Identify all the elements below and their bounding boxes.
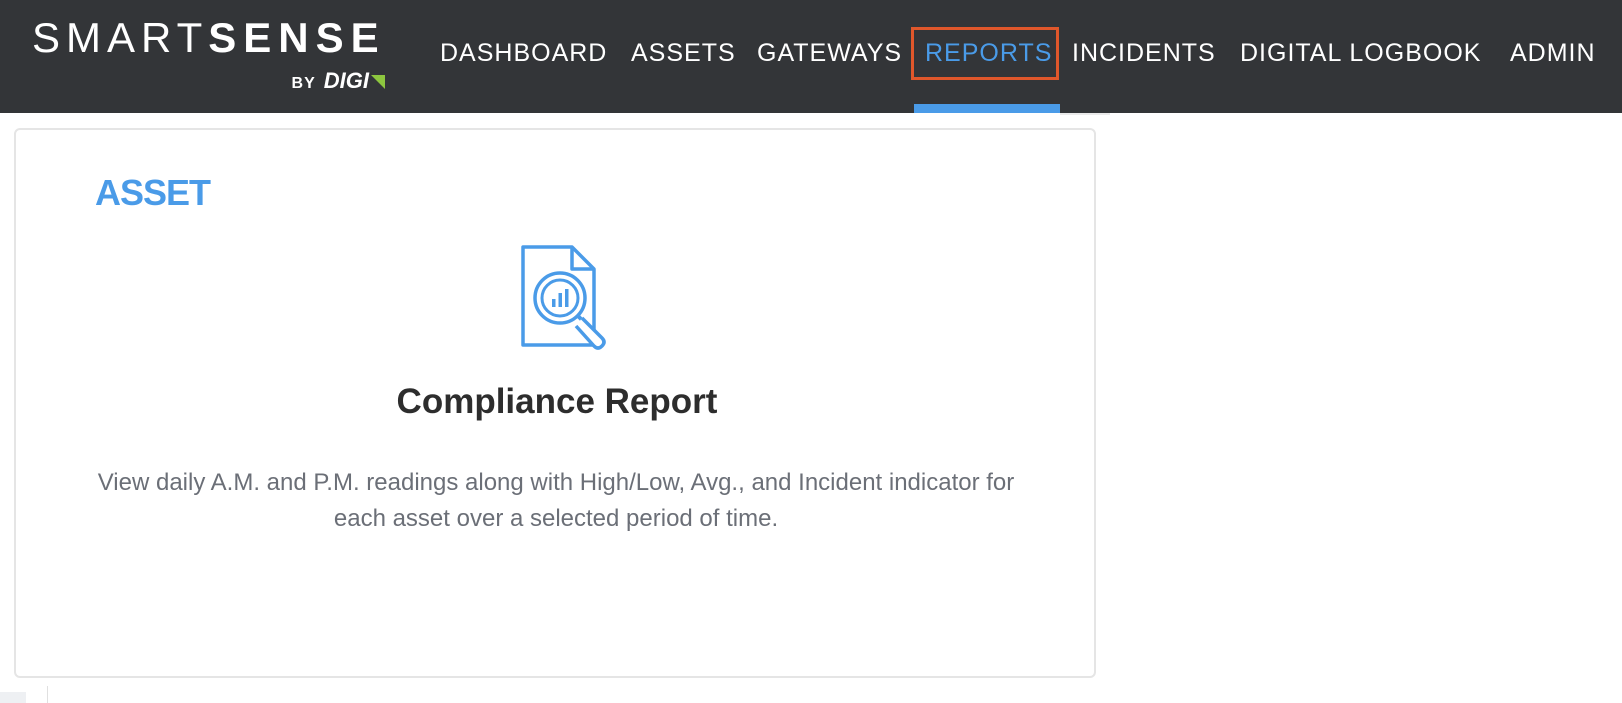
- nav-incidents[interactable]: INCIDENTS: [1072, 0, 1216, 113]
- corner-divider: [47, 686, 48, 703]
- nav-dashboard[interactable]: DASHBOARD: [440, 0, 607, 113]
- report-description: View daily A.M. and P.M. readings along …: [97, 469, 1015, 532]
- reports-highlight-box: [911, 27, 1059, 80]
- nav-assets[interactable]: ASSETS: [631, 0, 736, 113]
- nav-admin[interactable]: ADMIN: [1510, 0, 1596, 113]
- main-nav: DASHBOARD ASSETS GATEWAYS REPORTS INCIDE…: [0, 0, 1622, 113]
- compliance-report-card[interactable]: ASSET Compliance Report View daily A.M. …: [14, 128, 1096, 678]
- nav-digital-logbook[interactable]: DIGITAL LOGBOOK: [1240, 0, 1481, 113]
- nav-gateways[interactable]: GATEWAYS: [757, 0, 902, 113]
- report-category-label: ASSET: [95, 172, 211, 213]
- corner-tab: [0, 692, 26, 703]
- active-tab-indicator: [914, 104, 1060, 113]
- header-divider: [1060, 113, 1110, 115]
- report-title: Compliance Report: [396, 382, 718, 421]
- report-magnifier-icon: [521, 245, 606, 350]
- top-navigation-bar: SMARTSENSE BY DIGI DASHBOARD ASSETS GATE…: [0, 0, 1622, 113]
